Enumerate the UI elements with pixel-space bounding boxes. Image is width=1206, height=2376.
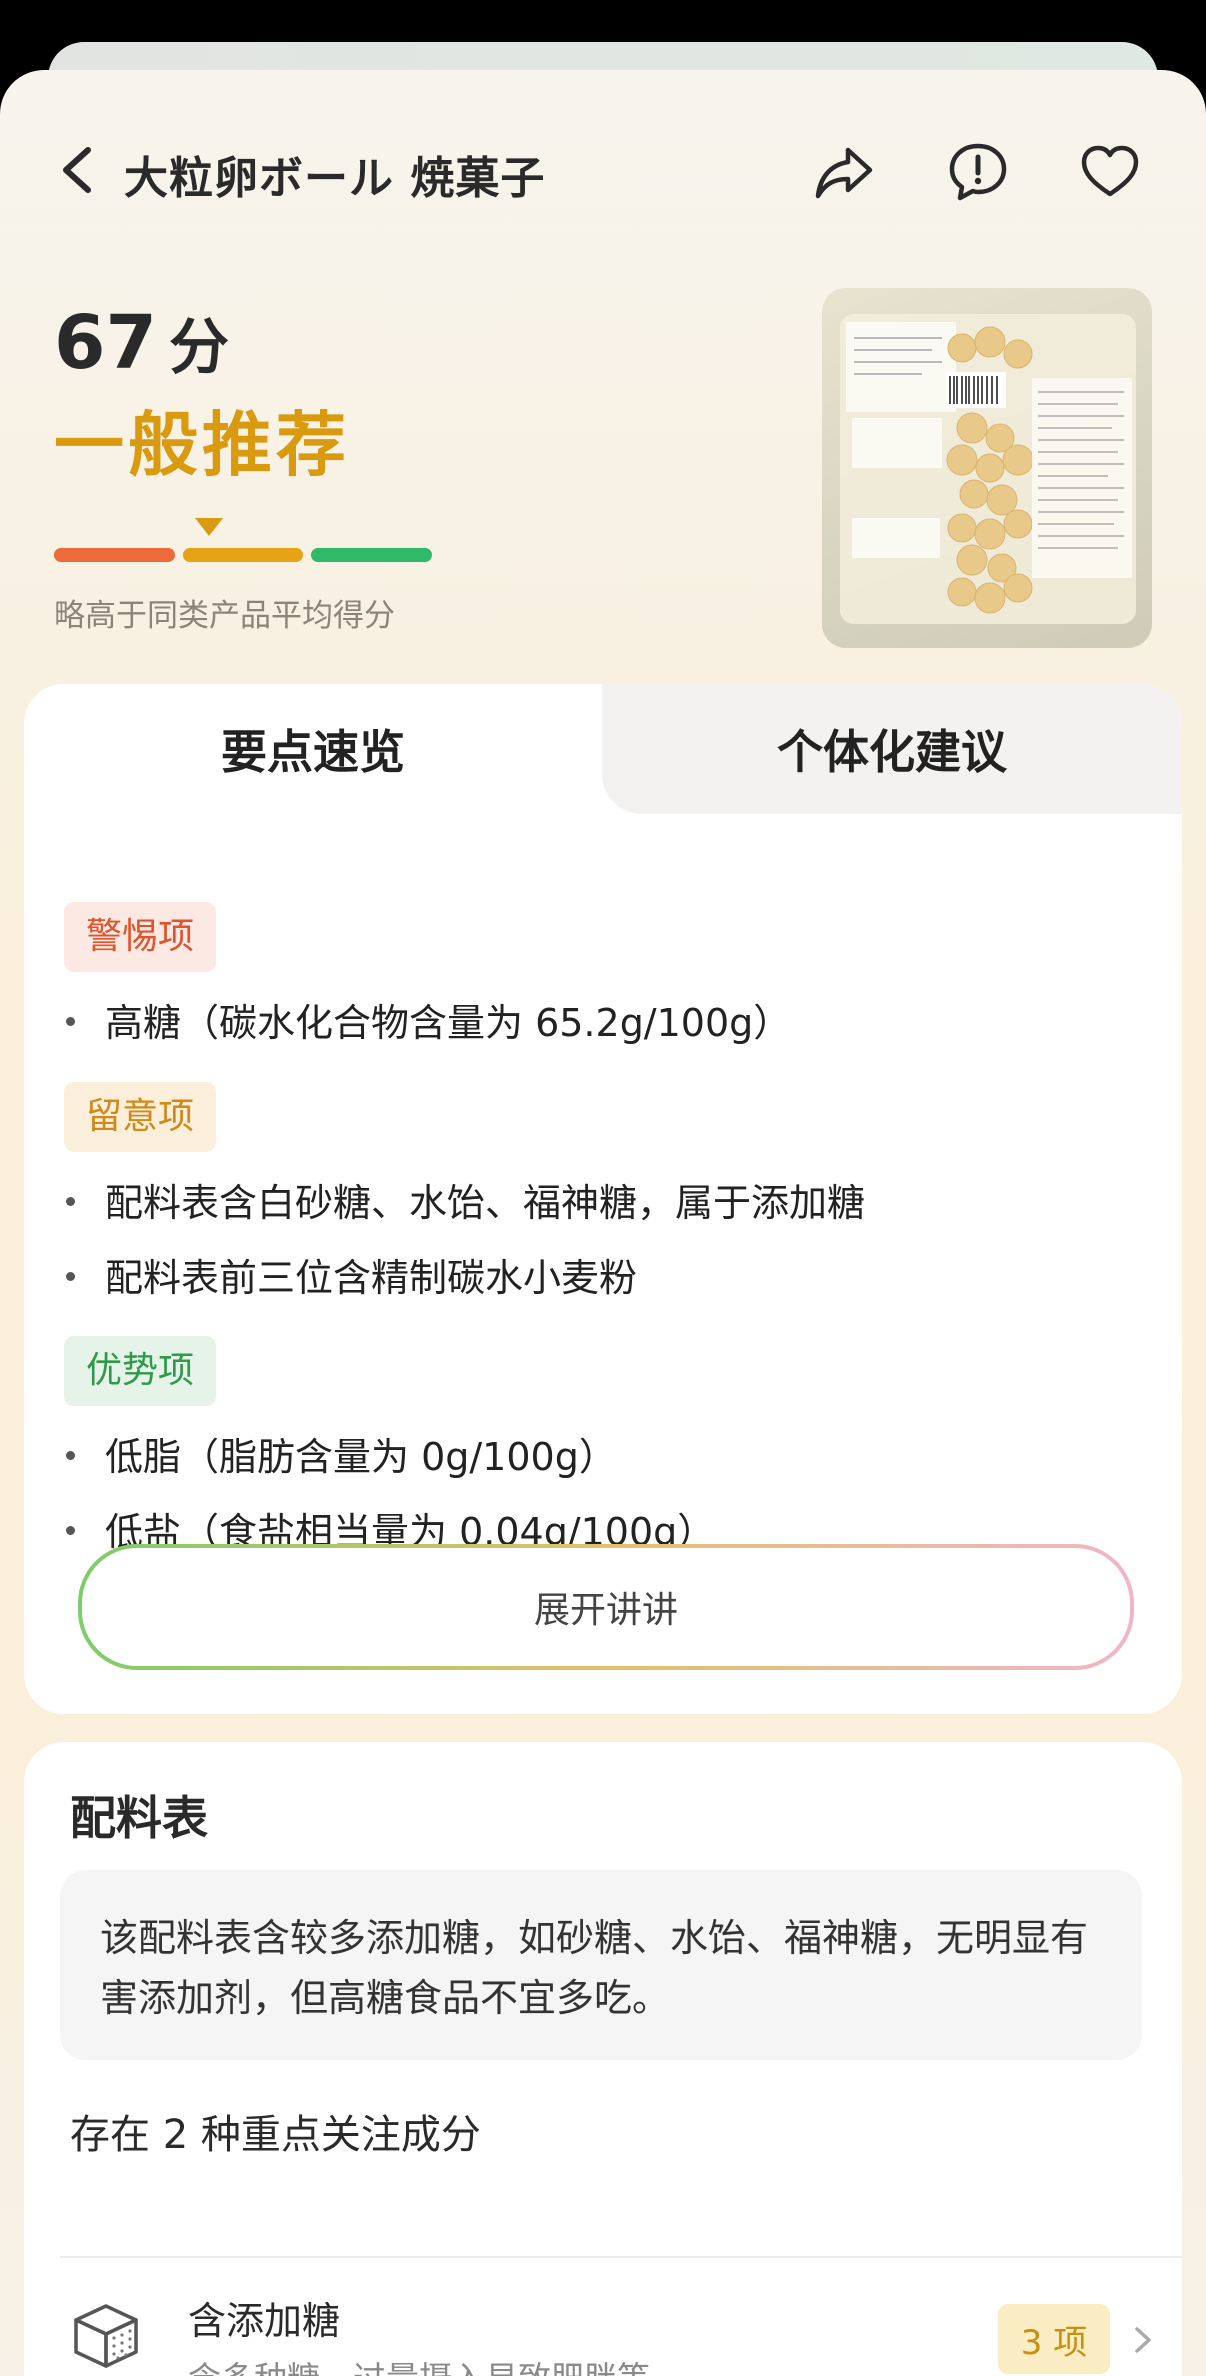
notice-item: 配料表含白砂糖、水饴、福神糖，属于添加糖 [66, 1172, 865, 1227]
product-detail-sheet: 大粒卵ボール 焼菓子 67 分 一般推荐 略高于同类产品平均得分 要点速览 个体… [0, 70, 1206, 2376]
bullet-dot [66, 1526, 75, 1535]
meter-segment [311, 548, 432, 562]
heart-icon[interactable] [1078, 140, 1142, 204]
report-icon[interactable] [946, 140, 1010, 204]
score-unit: 分 [168, 313, 229, 383]
product-package-illustration [840, 314, 1136, 624]
ingredients-summary: 该配料表含较多添加糖，如砂糖、水饴、福神糖，无明显有害添加剂，但高糖食品不宜多吃… [60, 1870, 1142, 2060]
advantage-tag: 优势项 [64, 1336, 217, 1406]
notice-item: 配料表前三位含精制碳水小麦粉 [66, 1247, 637, 1302]
bullet-dot [66, 1451, 75, 1460]
meter-segment [182, 548, 304, 562]
warning-item-text: 高糖（碳水化合物含量为 65.2g/100g） [105, 1001, 792, 1045]
bullet-dot [66, 1197, 75, 1206]
focus-row-subtitle: 含多种糖，过量摄入易致肥胖等 [188, 2352, 650, 2376]
verdict-label: 一般推荐 [54, 404, 350, 486]
chevron-right-icon[interactable] [1132, 2324, 1154, 2356]
count-badge[interactable]: 3 项 [998, 2304, 1110, 2374]
page-title: 大粒卵ボール 焼菓子 [124, 153, 546, 204]
advantage-item-text: 低脂（脂肪含量为 0g/100g） [105, 1435, 617, 1479]
share-icon[interactable] [812, 140, 876, 204]
notice-tag: 留意项 [64, 1082, 217, 1152]
notice-item-text: 配料表前三位含精制碳水小麦粉 [105, 1256, 638, 1300]
expand-button[interactable]: 展开讲讲 [78, 1544, 1134, 1670]
warning-item: 高糖（碳水化合物含量为 65.2g/100g） [66, 992, 791, 1047]
ingredients-title: 配料表 [70, 1791, 208, 1845]
divider [60, 2256, 1182, 2258]
focus-ingredients-title: 存在 2 种重点关注成分 [70, 2112, 481, 2158]
warning-tag: 警惕项 [64, 902, 217, 972]
bullet-dot [66, 1017, 75, 1026]
focus-row-title[interactable]: 含添加糖 [188, 2290, 340, 2345]
ingredients-card: 配料表 该配料表含较多添加糖，如砂糖、水饴、福神糖，无明显有害添加剂，但高糖食品… [24, 1742, 1182, 2376]
meter-pointer [194, 518, 223, 536]
sugar-cube-icon [74, 2304, 138, 2368]
back-icon[interactable] [54, 140, 104, 200]
product-image[interactable] [822, 288, 1152, 648]
advantage-item: 低脂（脂肪含量为 0g/100g） [66, 1426, 617, 1481]
score-value: 67 [54, 300, 157, 386]
highlights-card: 要点速览 个体化建议 警惕项 高糖（碳水化合物含量为 65.2g/100g） 留… [24, 684, 1182, 1714]
score-meter [54, 548, 432, 562]
bullet-dot [66, 1272, 75, 1281]
meter-segment [54, 548, 175, 562]
score-comparison: 略高于同类产品平均得分 [54, 598, 395, 634]
tab-highlights[interactable]: 要点速览 [24, 684, 602, 814]
score: 67 分 [54, 306, 229, 380]
notice-item-text: 配料表含白砂糖、水饴、福神糖，属于添加糖 [105, 1181, 866, 1225]
tab-personalized[interactable]: 个体化建议 [602, 684, 1182, 814]
